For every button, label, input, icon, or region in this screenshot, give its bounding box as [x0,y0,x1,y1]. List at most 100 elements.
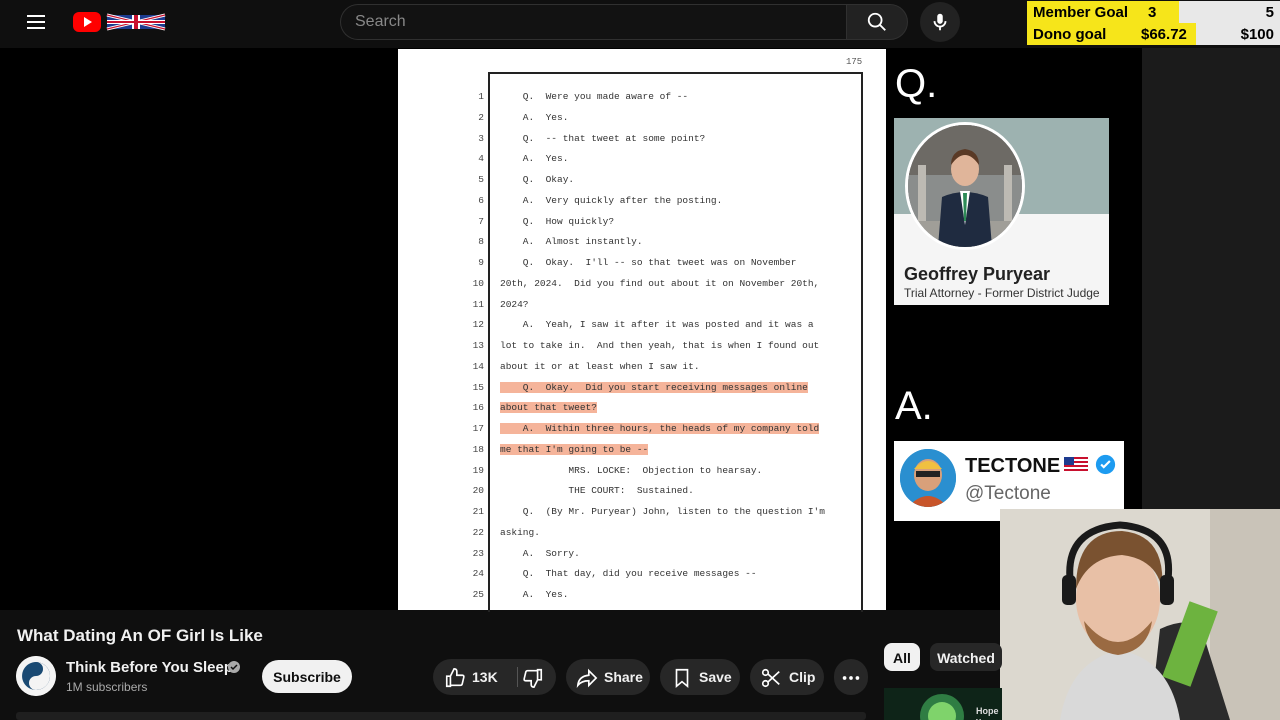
member-goal-label: Member Goal [1033,4,1129,21]
line-number: 7 [478,215,484,227]
line-text: A. Almost instantly. [500,236,643,248]
line-number: 17 [472,423,484,434]
search-icon [867,12,886,31]
line-text: Q. Were you made aware of -- [500,91,689,102]
stream-goals: Member Goal 3 5 Dono goal $66.72 $100 [1027,0,1280,45]
search-input[interactable] [341,5,846,39]
line-number: 10 [472,277,484,289]
line-text: asking. [500,526,540,538]
line-number: 14 [472,360,484,372]
line-text: A. Yes. [500,153,569,165]
line-text: lot to take in. And then yeah, that is w… [500,340,820,351]
related-video-thumbnail[interactable]: Hope y [884,688,1002,720]
line-number: 4 [478,153,484,165]
related-video-text: Hope y [976,706,999,720]
dono-goal-target: $100 [1240,26,1274,43]
transcript-line: 8 A. Almost instantly. [470,236,870,252]
line-text: A. Yeah, I saw it after it was posted an… [500,319,814,331]
channel-name[interactable]: Think Before You Sleep [66,659,233,676]
transcript-line: 21 Q. (By Mr. Puryear) John, listen to t… [470,506,870,522]
transcript-line: 12 A. Yeah, I saw it after it was posted… [470,319,870,335]
transcript-line: 18 me that I'm going to be -- [470,443,870,460]
menu-icon[interactable] [20,8,52,36]
line-text: A. Very quickly after the posting. [500,194,723,206]
dono-goal-current: $66.72 [1141,26,1187,43]
member-goal: Member Goal 3 5 [1027,1,1280,23]
voice-search-button[interactable] [920,2,960,42]
thumbs-down-icon [523,668,543,688]
dono-goal-label: Dono goal [1033,26,1107,43]
transcript-line: 25 A. Yes. [470,589,870,605]
highlighted-line-text: about that tweet? [500,402,597,414]
line-number: 25 [472,589,484,600]
line-text: Q. -- that tweet at some point? [500,132,706,144]
dislike-button[interactable] [518,659,556,695]
line-text: Q. (By Mr. Puryear) John, listen to the … [500,506,825,517]
share-label: Share [604,669,643,685]
line-number: 13 [472,340,484,351]
streamer-avatar [900,449,956,507]
line-number: 20 [472,485,484,497]
highlighted-line-text: Q. Okay. Did you start receiving message… [500,381,808,393]
line-number: 18 [472,443,484,455]
attorney-card: Geoffrey Puryear Trial Attorney - Former… [894,118,1109,305]
save-label: Save [699,669,732,685]
transcript-line: 17 A. Within three hours, the heads of m… [470,423,870,439]
line-text: Q. How quickly? [500,215,615,227]
line-number: 3 [478,132,484,144]
transcript-line: 23 A. Sorry. [470,548,870,564]
highlighted-line-text: A. Within three hours, the heads of my c… [500,423,820,434]
line-number: 21 [472,506,484,517]
search-button[interactable] [846,4,908,40]
line-number: 15 [472,381,484,393]
like-button[interactable]: 13K [433,659,517,695]
line-text: about it or at least when I saw it. [500,360,700,372]
highlighted-line-text: me that I'm going to be -- [500,443,649,455]
transcript-line: 3 Q. -- that tweet at some point? [470,133,870,149]
more-actions-button[interactable] [834,659,868,695]
transcript-line: 6 A. Very quickly after the posting. [470,195,870,211]
member-goal-target: 5 [1265,4,1274,21]
line-number: 5 [478,174,484,185]
line-number: 2 [478,111,484,123]
answer-label: A. [895,384,933,428]
search-box[interactable] [340,4,846,40]
attorney-name: Geoffrey Puryear [904,264,1051,284]
clip-label: Clip [789,669,816,685]
line-number: 23 [472,547,484,559]
youtube-logo[interactable] [73,10,169,34]
transcript-line: 7 Q. How quickly? [470,216,870,232]
line-text: A. Yes. [500,589,569,600]
channel-verified-icon [228,661,240,673]
line-number: 6 [478,194,484,206]
transcript-line: 14 about it or at least when I saw it. [470,361,870,377]
transcript-line: 13 lot to take in. And then yeah, that is… [470,340,870,356]
bottom-strip [16,712,866,720]
chip-watched[interactable]: Watched [930,643,1002,671]
transcript-line: 16 about that tweet? [470,402,870,418]
transcript-line: 15 Q. Okay. Did you start receiving mess… [470,381,870,398]
line-text: 2024? [500,298,529,310]
channel-avatar[interactable] [16,656,56,696]
transcript-line: 19 MRS. LOCKE: Objection to hearsay. [470,465,870,481]
transcript-line: 4 A. Yes. [470,153,870,169]
line-text: THE COURT: Sustained. [500,485,694,497]
save-button[interactable]: Save [660,659,740,695]
member-goal-current: 3 [1148,4,1157,21]
clip-button[interactable]: Clip [750,659,824,695]
verified-badge-icon [1095,454,1116,475]
subscribe-button[interactable]: Subscribe [262,660,352,693]
line-text: A. Yes. [500,111,569,123]
attorney-role: Trial Attorney - Former District Judge [904,286,1100,300]
line-number: 19 [472,464,484,476]
line-number: 9 [478,257,484,268]
line-text: 20th, 2024. Did you find out about it on… [500,277,820,289]
like-count: 13K [472,669,498,685]
line-number: 12 [472,319,484,331]
transcript-line: 24 Q. That day, did you receive messages… [470,568,870,584]
chip-all[interactable]: All [884,643,920,671]
line-number: 8 [478,236,484,248]
share-button[interactable]: Share [566,659,650,695]
streamer-name: TECTONE [965,455,1061,477]
page-number: 175 [846,57,863,67]
